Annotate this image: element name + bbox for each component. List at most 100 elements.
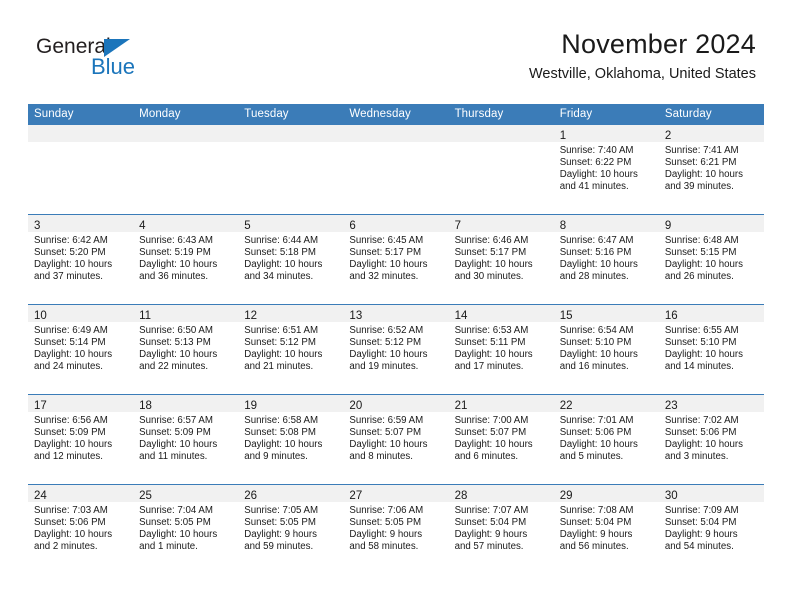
daylight-duration-line1: Daylight: 10 hours bbox=[244, 439, 323, 451]
daylight-duration-line2: and 12 minutes. bbox=[34, 451, 103, 463]
calendar-day-cell[interactable]: 13 Sunrise: 6:52 AM Sunset: 5:12 PM Dayligh… bbox=[343, 304, 449, 395]
day-number: 5 bbox=[244, 220, 251, 232]
calendar-day-cell[interactable]: 5 Sunrise: 6:44 AM Sunset: 5:18 PM Daylight… bbox=[238, 214, 344, 305]
sunrise-time: Sunrise: 7:06 AM bbox=[349, 505, 424, 516]
daylight-duration-line1: Daylight: 10 hours bbox=[559, 439, 638, 451]
daylight-duration-line2: and 37 minutes. bbox=[34, 271, 103, 283]
sunrise-time: Sunrise: 7:00 AM bbox=[454, 415, 529, 426]
day-details: Sunrise: 6:56 AM Sunset: 5:09 PM Daylight:… bbox=[28, 412, 133, 463]
day-details: Sunrise: 7:03 AM Sunset: 5:06 PM Daylight:… bbox=[28, 502, 133, 553]
calendar-day-cell[interactable]: 3 Sunrise: 6:42 AM Sunset: 5:20 PM Daylight… bbox=[28, 214, 134, 305]
day-details: Sunrise: 7:40 AM Sunset: 6:22 PM Daylight:… bbox=[554, 142, 659, 193]
daylight-duration-line2: and 8 minutes. bbox=[349, 451, 413, 463]
day-number: 26 bbox=[244, 490, 258, 502]
calendar-day-cell[interactable]: 17 Sunrise: 6:56 AM Sunset: 5:09 PM Dayligh… bbox=[28, 394, 134, 485]
calendar-day-cell[interactable]: 21 Sunrise: 7:00 AM Sunset: 5:07 PM Dayligh… bbox=[448, 394, 554, 485]
sunrise-time: Sunrise: 7:02 AM bbox=[664, 415, 739, 426]
calendar-day-cell-empty bbox=[28, 125, 134, 215]
calendar-day-cell[interactable]: 26 Sunrise: 7:05 AM Sunset: 5:05 PM Dayligh… bbox=[238, 484, 344, 574]
calendar-day-cell[interactable]: 20 Sunrise: 6:59 AM Sunset: 5:07 PM Dayligh… bbox=[343, 394, 449, 485]
day-details: Sunrise: 6:44 AM Sunset: 5:18 PM Daylight:… bbox=[238, 232, 343, 283]
calendar-day-cell[interactable]: 7 Sunrise: 6:46 AM Sunset: 5:17 PM Daylight… bbox=[448, 214, 554, 305]
calendar-day-cell[interactable]: 12 Sunrise: 6:51 AM Sunset: 5:12 PM Dayligh… bbox=[238, 304, 344, 395]
day-number: 7 bbox=[454, 220, 461, 232]
day-number-band bbox=[133, 125, 239, 142]
day-number: 9 bbox=[664, 220, 672, 232]
day-number: 3 bbox=[34, 220, 41, 232]
calendar-day-cell[interactable]: 1 Sunrise: 7:40 AM Sunset: 6:22 PM Daylight… bbox=[553, 125, 659, 215]
calendar-day-cell[interactable]: 14 Sunrise: 6:53 AM Sunset: 5:11 PM Dayligh… bbox=[448, 304, 554, 395]
day-cell-inner: 3 Sunrise: 6:42 AM Sunset: 5:20 PM Daylight… bbox=[28, 215, 134, 304]
sunrise-time: Sunrise: 7:03 AM bbox=[34, 505, 108, 516]
daylight-duration-line1: Daylight: 10 hours bbox=[139, 349, 218, 361]
calendar-day-cell[interactable]: 11 Sunrise: 6:50 AM Sunset: 5:13 PM Dayligh… bbox=[133, 304, 239, 395]
sunset-time: Sunset: 5:11 PM bbox=[454, 337, 526, 349]
sunset-time: Sunset: 5:08 PM bbox=[244, 427, 316, 439]
sunrise-time: Sunrise: 7:40 AM bbox=[559, 145, 634, 156]
calendar-day-cell[interactable]: 23 Sunrise: 7:02 AM Sunset: 5:06 PM Dayligh… bbox=[658, 394, 764, 485]
day-cell-inner: 17 Sunrise: 6:56 AM Sunset: 5:09 PM Dayligh… bbox=[28, 395, 134, 484]
day-number: 23 bbox=[664, 400, 678, 412]
daylight-duration-line2: and 41 minutes. bbox=[559, 181, 629, 193]
day-cell-inner: 23 Sunrise: 7:02 AM Sunset: 5:06 PM Dayligh… bbox=[658, 395, 764, 484]
day-cell-inner: 16 Sunrise: 6:55 AM Sunset: 5:10 PM Dayligh… bbox=[658, 305, 764, 394]
calendar-day-cell[interactable]: 22 Sunrise: 7:01 AM Sunset: 5:06 PM Dayligh… bbox=[553, 394, 659, 485]
calendar-day-cell[interactable]: 25 Sunrise: 7:04 AM Sunset: 5:05 PM Dayligh… bbox=[133, 484, 239, 574]
sunset-time: Sunset: 6:22 PM bbox=[559, 157, 632, 169]
sunrise-time: Sunrise: 7:08 AM bbox=[559, 505, 634, 516]
calendar-day-cell[interactable]: 6 Sunrise: 6:45 AM Sunset: 5:17 PM Daylight… bbox=[343, 214, 449, 305]
daylight-duration-line2: and 30 minutes. bbox=[454, 271, 524, 283]
calendar-day-cell[interactable]: 9 Sunrise: 6:48 AM Sunset: 5:15 PM Daylight… bbox=[658, 214, 764, 305]
calendar-day-cell[interactable]: 24 Sunrise: 7:03 AM Sunset: 5:06 PM Dayligh… bbox=[28, 484, 134, 574]
daylight-duration-line2: and 11 minutes. bbox=[139, 451, 208, 463]
calendar-day-cell[interactable]: 8 Sunrise: 6:47 AM Sunset: 5:16 PM Daylight… bbox=[553, 214, 659, 305]
calendar-day-cell[interactable]: 27 Sunrise: 7:06 AM Sunset: 5:05 PM Dayligh… bbox=[343, 484, 449, 574]
calendar-day-cell[interactable]: 2 Sunrise: 7:41 AM Sunset: 6:21 PM Daylight… bbox=[658, 125, 764, 215]
calendar-day-cell[interactable]: 29 Sunrise: 7:08 AM Sunset: 5:04 PM Dayligh… bbox=[553, 484, 659, 574]
sunrise-time: Sunrise: 6:45 AM bbox=[349, 235, 424, 246]
sunset-time: Sunset: 5:05 PM bbox=[349, 517, 422, 529]
general-blue-logo: General Blue bbox=[36, 36, 236, 84]
page-subtitle: Westville, Oklahoma, United States bbox=[529, 66, 756, 82]
day-number: 24 bbox=[34, 490, 47, 502]
calendar-day-cell[interactable]: 16 Sunrise: 6:55 AM Sunset: 5:10 PM Dayligh… bbox=[658, 304, 764, 395]
day-number-band: 19 bbox=[238, 395, 344, 412]
calendar-day-cell[interactable]: 19 Sunrise: 6:58 AM Sunset: 5:08 PM Dayligh… bbox=[238, 394, 344, 485]
day-details: Sunrise: 6:42 AM Sunset: 5:20 PM Daylight:… bbox=[28, 232, 133, 283]
calendar-day-cell[interactable]: 30 Sunrise: 7:09 AM Sunset: 5:04 PM Dayligh… bbox=[658, 484, 764, 574]
weekday-header-wednesday: Wednesday bbox=[343, 104, 449, 125]
sunset-time: Sunset: 5:14 PM bbox=[34, 337, 106, 349]
daylight-duration-line2: and 54 minutes. bbox=[664, 541, 734, 553]
day-cell-inner bbox=[238, 125, 344, 214]
calendar-day-cell[interactable]: 4 Sunrise: 6:43 AM Sunset: 5:19 PM Daylight… bbox=[133, 214, 239, 305]
day-details: Sunrise: 6:57 AM Sunset: 5:09 PM Daylight:… bbox=[133, 412, 238, 463]
calendar-day-cell[interactable]: 15 Sunrise: 6:54 AM Sunset: 5:10 PM Dayligh… bbox=[553, 304, 659, 395]
day-details: Sunrise: 7:08 AM Sunset: 5:04 PM Daylight:… bbox=[554, 502, 659, 553]
day-details: Sunrise: 6:51 AM Sunset: 5:12 PM Daylight:… bbox=[238, 322, 343, 373]
sunrise-time: Sunrise: 6:57 AM bbox=[139, 415, 213, 426]
daylight-duration-line2: and 26 minutes. bbox=[664, 271, 734, 283]
day-cell-inner bbox=[343, 125, 449, 214]
sunset-time: Sunset: 5:10 PM bbox=[664, 337, 737, 349]
sunset-time: Sunset: 5:04 PM bbox=[454, 517, 527, 529]
calendar-page: General Blue November 2024 Westville, Ok… bbox=[0, 0, 792, 612]
day-cell-inner: 24 Sunrise: 7:03 AM Sunset: 5:06 PM Dayligh… bbox=[28, 485, 134, 574]
day-number-band: 25 bbox=[133, 485, 239, 502]
day-number-band: 14 bbox=[448, 305, 554, 322]
daylight-duration-line1: Daylight: 10 hours bbox=[454, 349, 533, 361]
day-cell-inner bbox=[448, 125, 554, 214]
sunset-time: Sunset: 5:05 PM bbox=[244, 517, 316, 529]
calendar-day-cell-empty bbox=[133, 125, 239, 215]
day-cell-inner: 2 Sunrise: 7:41 AM Sunset: 6:21 PM Daylight… bbox=[658, 125, 764, 214]
weekday-header-saturday: Saturday bbox=[658, 104, 764, 125]
calendar-day-cell[interactable]: 10 Sunrise: 6:49 AM Sunset: 5:14 PM Dayligh… bbox=[28, 304, 134, 395]
sunrise-time: Sunrise: 6:59 AM bbox=[349, 415, 424, 426]
day-details: Sunrise: 6:45 AM Sunset: 5:17 PM Daylight:… bbox=[343, 232, 448, 283]
sunrise-time: Sunrise: 6:51 AM bbox=[244, 325, 319, 336]
day-details: Sunrise: 6:49 AM Sunset: 5:14 PM Daylight:… bbox=[28, 322, 133, 373]
day-number-band: 24 bbox=[28, 485, 134, 502]
calendar-table: Sunday Monday Tuesday Wednesday Thursday… bbox=[28, 104, 764, 574]
calendar-day-cell[interactable]: 28 Sunrise: 7:07 AM Sunset: 5:04 PM Dayligh… bbox=[448, 484, 554, 574]
daylight-duration-line1: Daylight: 10 hours bbox=[244, 349, 323, 361]
calendar-day-cell[interactable]: 18 Sunrise: 6:57 AM Sunset: 5:09 PM Dayligh… bbox=[133, 394, 239, 485]
